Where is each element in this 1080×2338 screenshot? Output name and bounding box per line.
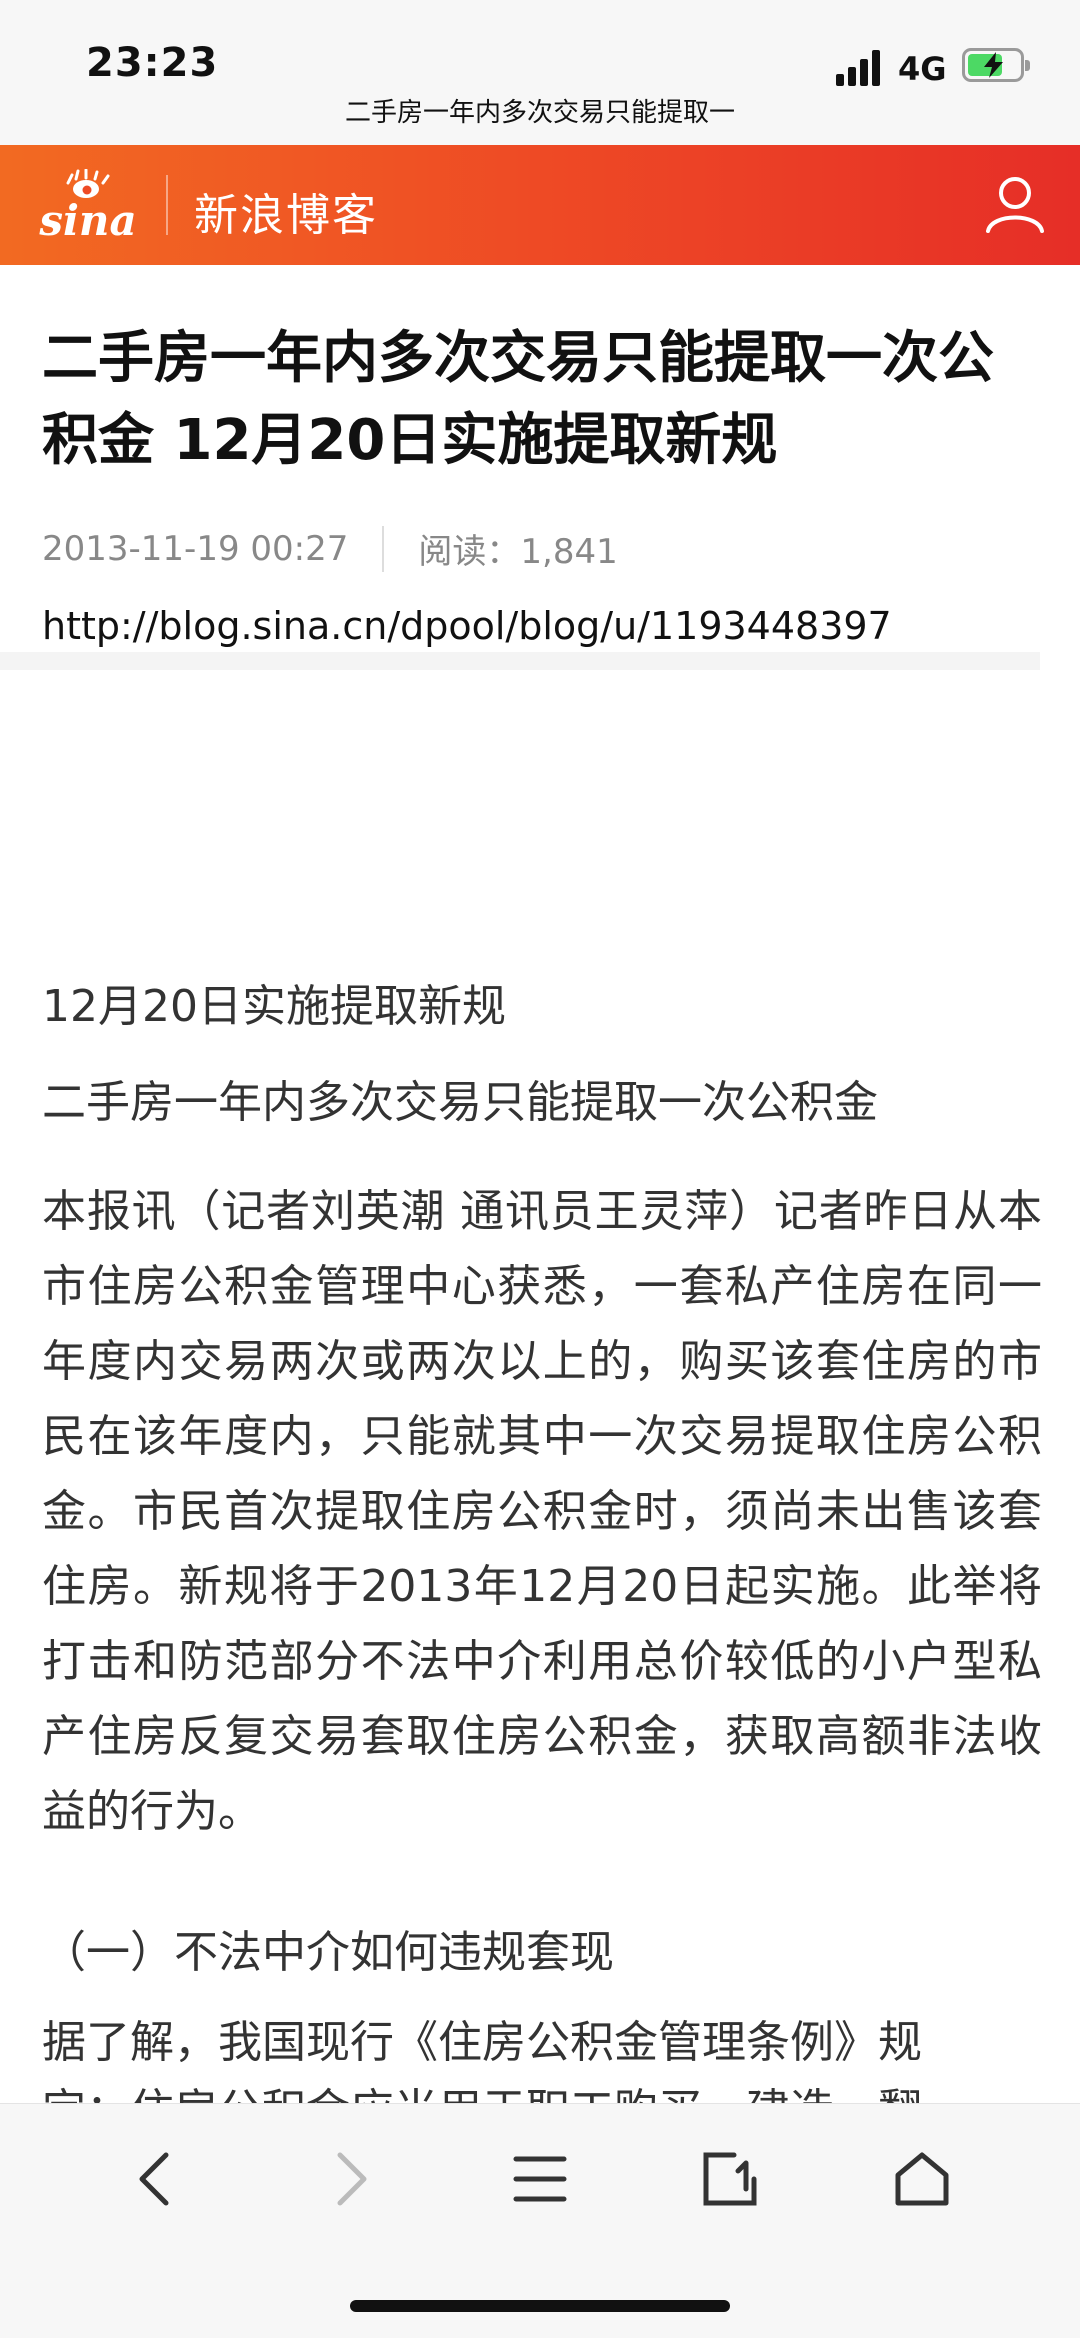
- section-text: 据了解，我国现行《住房公积金管理条例》规: [42, 2017, 922, 2068]
- signal-icon: [836, 50, 884, 86]
- browser-page-title: 二手房一年内多次交易只能提取一: [344, 98, 735, 128]
- chevron-left-icon: [139, 2152, 169, 2206]
- article-date: 2013-11-19 00:27: [42, 528, 349, 569]
- article-title: 二手房一年内多次交易只能提取一次公积金 12月20日实施提取新规: [42, 326, 994, 473]
- home-button[interactable]: [892, 2149, 952, 2209]
- tabs-icon: [703, 2152, 757, 2206]
- forward-button[interactable]: [318, 2149, 378, 2209]
- article-meta: 2013-11-19 00:27 阅读：1,841: [42, 524, 618, 573]
- url-overlay: [0, 652, 1040, 670]
- logo-text: sina: [38, 196, 136, 241]
- menu-icon: [513, 2156, 567, 2202]
- article-paragraph: 本报讯（记者刘英潮 通讯员王灵萍）记者昨日从本市住房公积金管理中心获悉，一套私产…: [42, 1186, 1042, 1837]
- read-count: 阅读：1,841: [418, 532, 618, 572]
- sina-logo[interactable]: sina: [28, 168, 148, 245]
- menu-button[interactable]: [510, 2149, 570, 2209]
- home-icon: [895, 2152, 949, 2206]
- header-divider: [166, 175, 168, 235]
- meta-divider: [382, 525, 385, 572]
- tabs-button[interactable]: [700, 2149, 760, 2209]
- browser-toolbar: [0, 2103, 1080, 2338]
- home-indicator[interactable]: [350, 2300, 730, 2312]
- blog-url[interactable]: http://blog.sina.cn/dpool/blog/u/1193448…: [42, 604, 1042, 652]
- network-type: 4G: [898, 50, 947, 88]
- back-button[interactable]: [128, 2149, 188, 2209]
- subheading-2: 二手房一年内多次交易只能提取一次公积金: [42, 1077, 878, 1128]
- status-bar: 23:23 4G 二手房一年内多次交易只能提取一: [0, 0, 1080, 145]
- status-time: 23:23: [86, 40, 219, 86]
- chevron-right-icon: [337, 2152, 367, 2206]
- battery-charging-icon: [962, 48, 1030, 82]
- site-header: sina 新浪博客: [0, 145, 1080, 265]
- user-icon[interactable]: [982, 171, 1048, 237]
- brand-name[interactable]: 新浪博客: [194, 179, 378, 243]
- subheading-1: 12月20日实施提取新规: [42, 981, 506, 1032]
- section-heading: （一）不法中介如何违规套现: [42, 1927, 614, 1978]
